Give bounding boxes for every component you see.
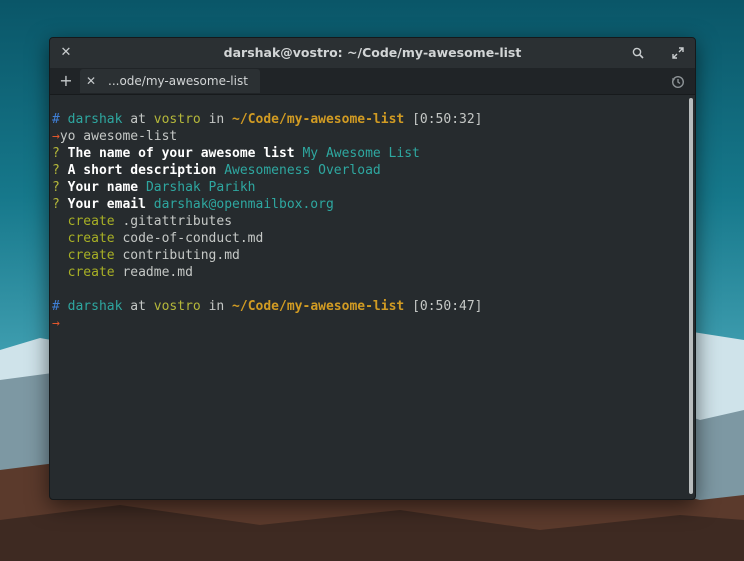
search-icon[interactable] xyxy=(626,38,650,68)
history-icon[interactable] xyxy=(671,68,685,94)
question-line: ? Your email darshak@openmailbox.org xyxy=(52,197,334,212)
prompt-line: # darshak at vostro in ~/Code/my-awesome… xyxy=(52,112,483,127)
create-line: create contributing.md xyxy=(67,248,240,263)
terminal-window: ✕ darshak@vostro: ~/Code/my-awesome-list… xyxy=(49,37,696,500)
create-line: create .gitattributes xyxy=(67,214,233,229)
plus-icon[interactable]: + xyxy=(55,68,77,94)
tab-label: ...ode/my-awesome-list xyxy=(108,74,248,88)
create-line: create code-of-conduct.md xyxy=(67,231,264,246)
command-line: →yo awesome-list xyxy=(52,129,178,144)
tab-current[interactable]: ✕ ...ode/my-awesome-list xyxy=(80,69,260,93)
scrollbar[interactable] xyxy=(689,98,693,494)
question-line: ? Your name Darshak Parikh xyxy=(52,180,256,195)
tab-close-icon[interactable]: ✕ xyxy=(86,69,96,93)
question-line: ? The name of your awesome list My Aweso… xyxy=(52,146,420,161)
create-line: create readme.md xyxy=(67,265,193,280)
window-title: darshak@vostro: ~/Code/my-awesome-list xyxy=(223,45,522,60)
prompt-line: # darshak at vostro in ~/Code/my-awesome… xyxy=(52,299,483,314)
question-line: ? A short description Awesomeness Overlo… xyxy=(52,163,381,178)
input-line[interactable]: → xyxy=(52,315,60,332)
titlebar[interactable]: ✕ darshak@vostro: ~/Code/my-awesome-list xyxy=(50,38,695,68)
terminal-output[interactable]: # darshak at vostro in ~/Code/my-awesome… xyxy=(50,95,688,499)
tab-bar: + ✕ ...ode/my-awesome-list xyxy=(50,68,695,95)
maximize-icon[interactable] xyxy=(666,38,690,68)
